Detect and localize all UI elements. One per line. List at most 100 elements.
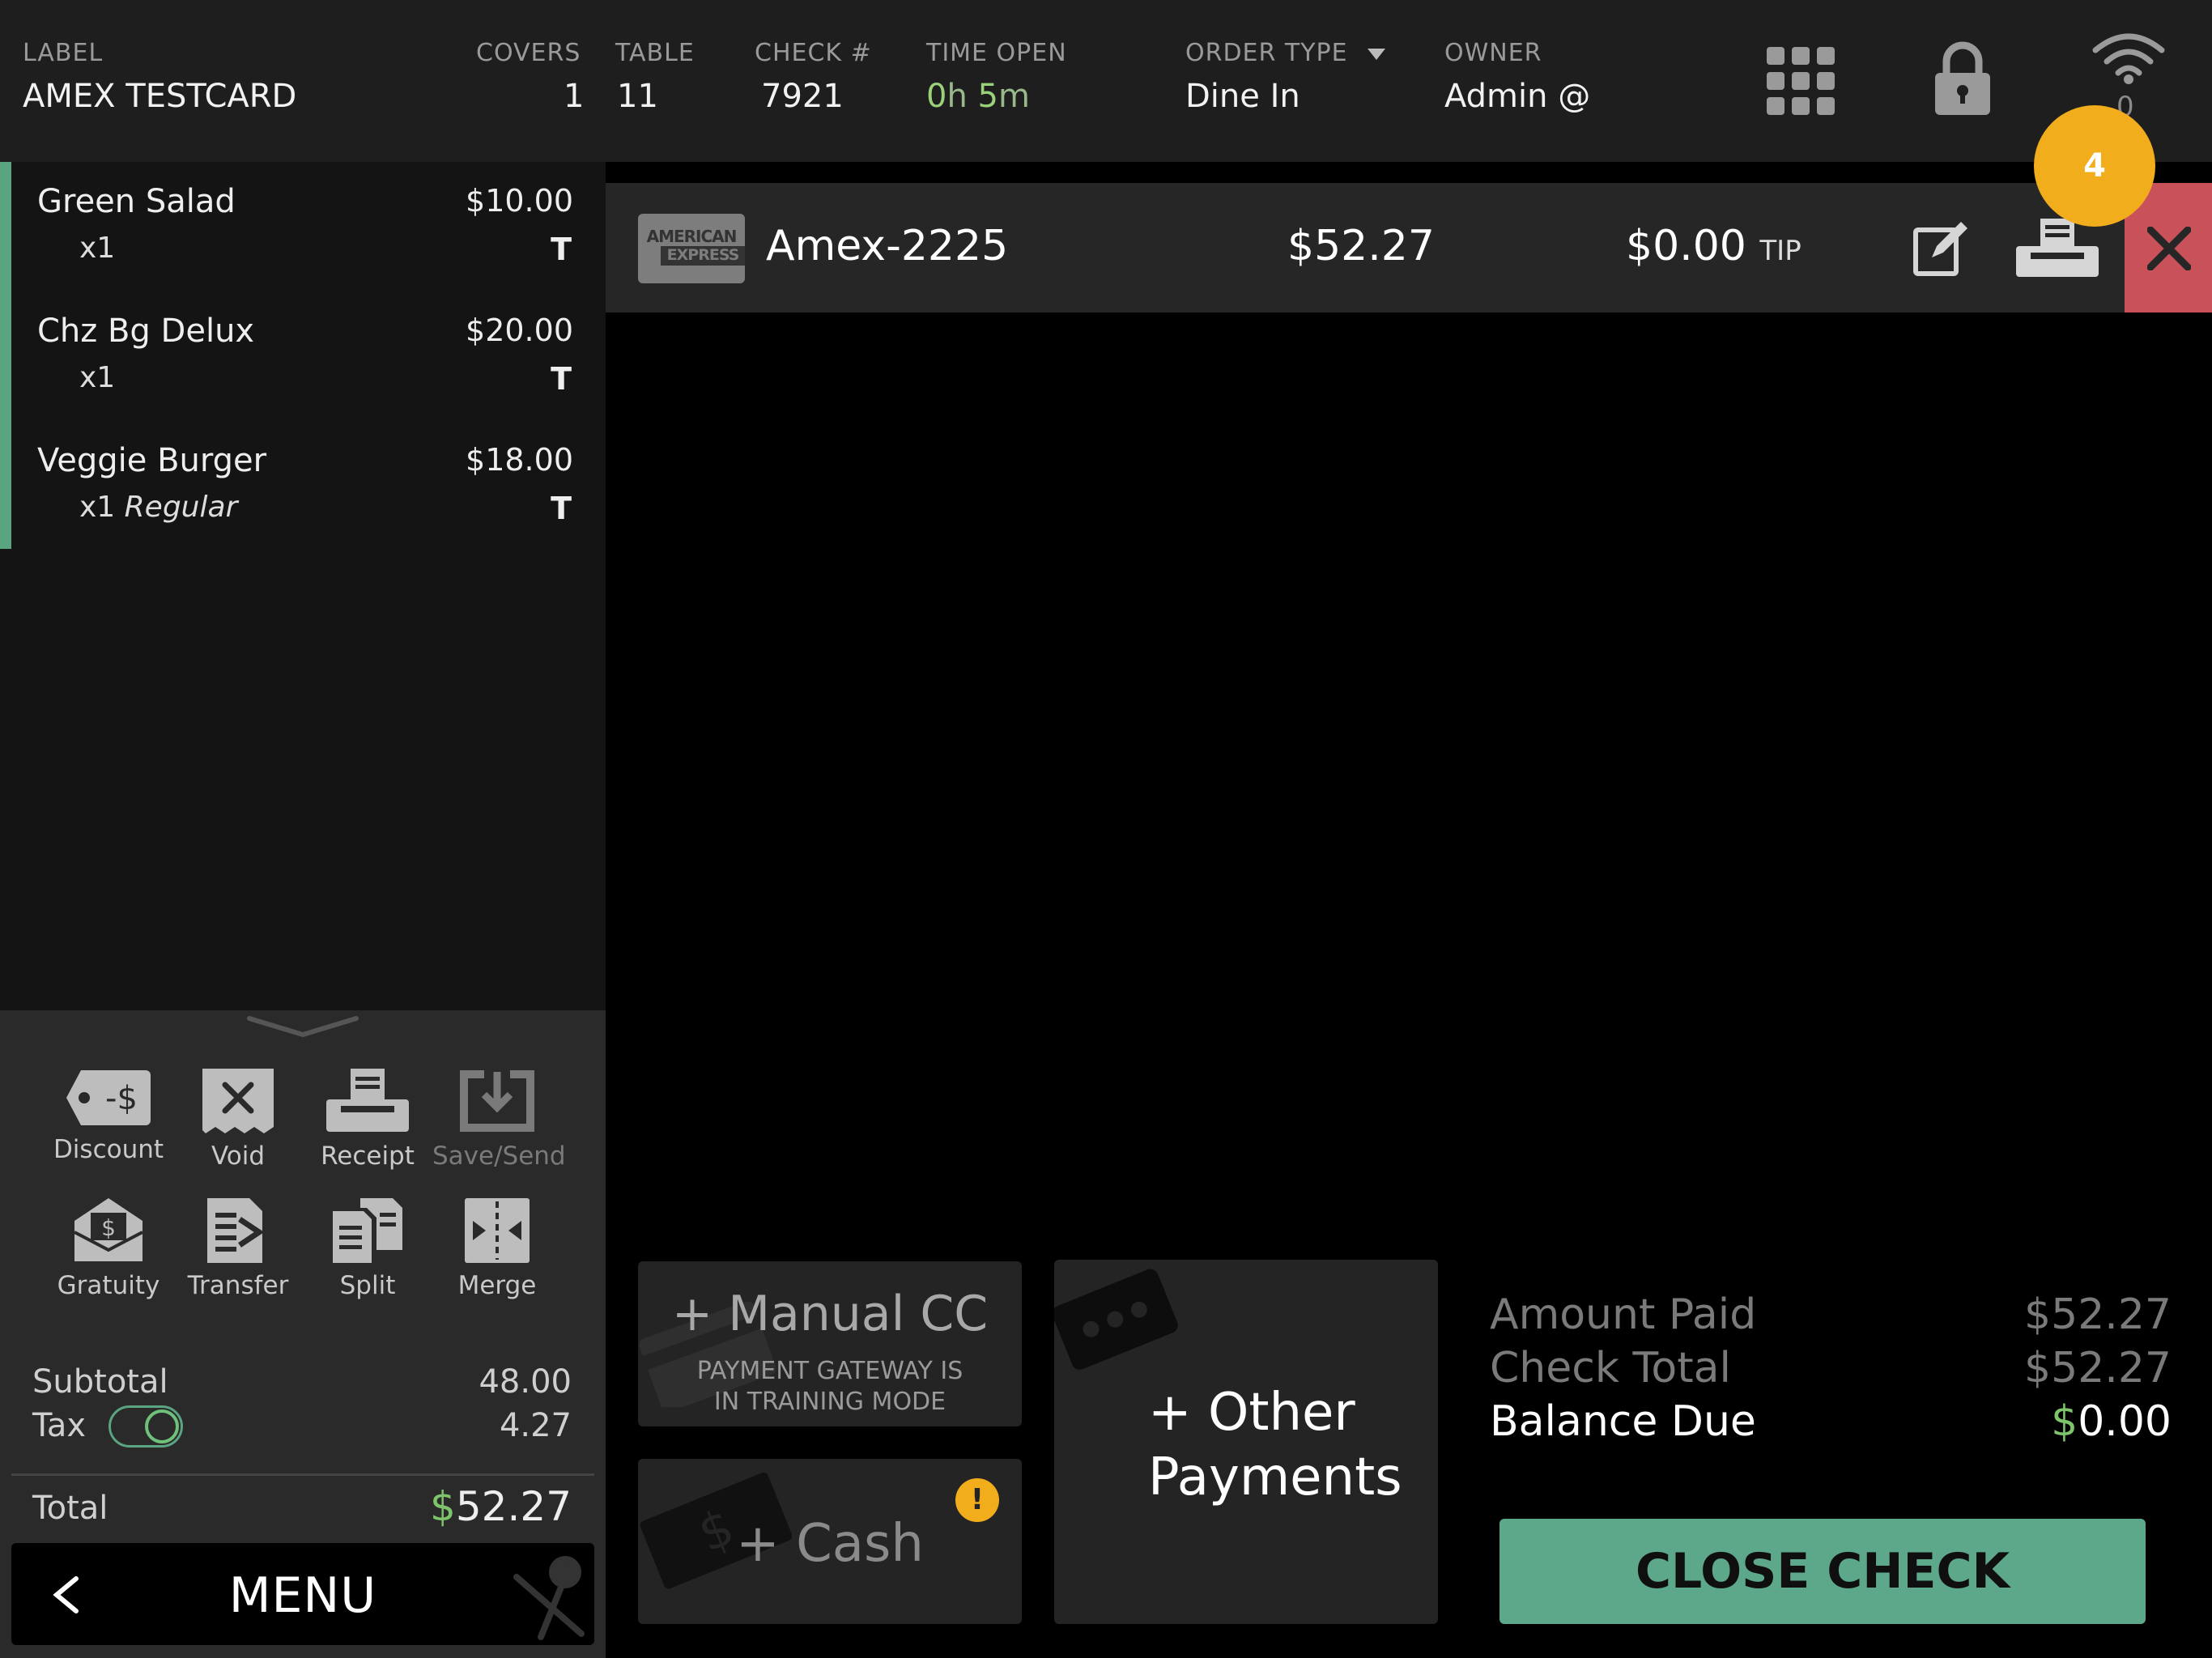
- item-tax-flag: T: [551, 491, 572, 526]
- gratuity-button[interactable]: $ Gratuity: [44, 1197, 173, 1300]
- other-payments-button[interactable]: + Other Payments: [1054, 1260, 1438, 1624]
- notification-badge[interactable]: 4: [2034, 105, 2155, 227]
- printer-icon: [326, 1069, 409, 1132]
- discount-label: Discount: [53, 1135, 164, 1164]
- subtotal-value: 48.00: [479, 1363, 572, 1401]
- time-hours: 0: [926, 78, 947, 115]
- item-qty-line: x1 Regular: [79, 491, 237, 524]
- item-qty: x1: [79, 232, 116, 265]
- tax-value: 4.27: [499, 1407, 572, 1444]
- item-name: Chz Bg Delux: [37, 312, 255, 350]
- svg-text:$: $: [101, 1214, 116, 1241]
- tip-label: TIP: [1759, 235, 1802, 267]
- item-modifier: Regular: [124, 491, 238, 524]
- void-button[interactable]: Void: [173, 1067, 303, 1171]
- item-qty: x1: [79, 361, 116, 394]
- check-number-title: CHECK #: [755, 39, 872, 67]
- void-receipt-icon: [202, 1069, 274, 1133]
- time-hours-unit: h: [946, 78, 968, 115]
- balance-due-label: Balance Due: [1490, 1397, 1756, 1446]
- total-value: $52.27: [356, 1483, 572, 1530]
- order-item[interactable]: Chz Bg Delux $20.00 x1 T: [11, 308, 594, 429]
- order-type-value[interactable]: Dine In: [1185, 78, 1300, 115]
- label-value[interactable]: AMEX TESTCARD: [23, 78, 296, 115]
- order-type-title[interactable]: ORDER TYPE: [1185, 39, 1386, 67]
- menu-button[interactable]: MENU: [11, 1543, 594, 1645]
- gateway-note-line1: PAYMENT GATEWAY IS: [696, 1357, 963, 1385]
- save-send-label: Save/Send: [432, 1141, 566, 1171]
- item-name: Green Salad: [37, 183, 236, 220]
- item-price: $10.00: [466, 183, 573, 219]
- time-open-value: 0h 5m: [926, 78, 1030, 115]
- order-item[interactable]: Veggie Burger $18.00 x1 Regular T: [11, 437, 594, 559]
- wifi-icon[interactable]: [2092, 32, 2165, 84]
- time-open-title: TIME OPEN: [926, 39, 1067, 67]
- subtotal-label: Subtotal: [32, 1363, 168, 1401]
- save-send-icon: [460, 1070, 534, 1132]
- menu-label: MENU: [228, 1567, 377, 1624]
- check-number-value: 7921: [761, 78, 844, 115]
- item-tax-flag: T: [551, 232, 572, 267]
- cash-button[interactable]: $ + Cash !: [638, 1459, 1022, 1624]
- balance-currency: $: [2051, 1397, 2078, 1446]
- balance-due-value: $0.00: [1943, 1397, 2172, 1446]
- grid-icon[interactable]: [1767, 47, 1835, 115]
- manual-cc-button[interactable]: + Manual CC PAYMENT GATEWAY IS IN TRAINI…: [638, 1261, 1022, 1426]
- total-currency: $: [430, 1483, 456, 1530]
- table-value[interactable]: 11: [617, 78, 658, 115]
- svg-text:-$: -$: [105, 1080, 138, 1117]
- item-price: $18.00: [466, 442, 573, 478]
- chevron-down-icon[interactable]: [246, 1015, 359, 1039]
- tax-toggle-knob: [145, 1409, 179, 1443]
- check-header: LABEL AMEX TESTCARD COVERS 1 TABLE 11 CH…: [0, 0, 2212, 162]
- lock-icon[interactable]: [1933, 40, 1992, 117]
- gratuity-label: Gratuity: [57, 1271, 160, 1300]
- covers-value[interactable]: 1: [564, 78, 584, 115]
- card-dots-icon: [1054, 1269, 1178, 1370]
- merge-button[interactable]: Merge: [432, 1197, 562, 1300]
- gratuity-envelope-icon: $: [74, 1198, 143, 1261]
- payment-amount: $52.27: [1287, 222, 1435, 270]
- amex-logo-line2: EXPRESS: [666, 246, 740, 264]
- transfer-label: Transfer: [187, 1271, 289, 1300]
- owner-value[interactable]: Admin @: [1444, 78, 1590, 115]
- amount-paid-value: $52.27: [2024, 1290, 2172, 1339]
- total-label: Total: [32, 1490, 108, 1527]
- tax-toggle[interactable]: [108, 1405, 183, 1448]
- discount-button[interactable]: -$ Discount: [44, 1067, 173, 1164]
- gateway-note-line2: IN TRAINING MODE: [713, 1388, 946, 1416]
- close-check-button[interactable]: CLOSE CHECK: [1499, 1519, 2146, 1624]
- utensils-icon: [513, 1556, 585, 1640]
- item-name: Veggie Burger: [37, 442, 267, 479]
- edit-icon[interactable]: [1912, 220, 1969, 277]
- balance-amount: 0.00: [2078, 1397, 2172, 1446]
- totals-divider: [11, 1473, 594, 1476]
- close-check-label: CLOSE CHECK: [1636, 1543, 2010, 1600]
- merge-icon: [465, 1198, 530, 1263]
- item-qty: x1: [79, 491, 116, 524]
- item-price: $20.00: [466, 312, 573, 348]
- check-total-label: Check Total: [1490, 1344, 1731, 1392]
- seat-indicator-bar: [0, 162, 11, 549]
- split-button[interactable]: Split: [303, 1197, 432, 1300]
- amount-paid-label: Amount Paid: [1490, 1290, 1757, 1339]
- total-amount: 52.27: [455, 1483, 572, 1530]
- warning-icon: !: [955, 1478, 999, 1522]
- other-payments-line2: Payments: [1148, 1448, 1402, 1507]
- receipt-button[interactable]: Receipt: [303, 1067, 432, 1171]
- discount-tag-icon: -$: [66, 1070, 151, 1125]
- order-item[interactable]: Green Salad $10.00 x1 T: [11, 178, 594, 300]
- order-type-title-text: ORDER TYPE: [1185, 39, 1348, 67]
- tip-amount[interactable]: $0.00 TIP: [1626, 222, 1802, 270]
- covers-title: COVERS: [476, 39, 581, 67]
- save-send-button[interactable]: Save/Send: [432, 1067, 566, 1171]
- tip-value: $0.00: [1626, 222, 1746, 270]
- other-payments-line1: + Other: [1148, 1383, 1355, 1443]
- merge-label: Merge: [457, 1271, 537, 1300]
- time-minutes-unit: m: [998, 78, 1030, 115]
- transfer-icon: [207, 1198, 265, 1263]
- table-title: TABLE: [615, 39, 695, 67]
- tax-label: Tax: [32, 1407, 86, 1444]
- close-icon: [2147, 227, 2191, 270]
- transfer-button[interactable]: Transfer: [173, 1197, 303, 1300]
